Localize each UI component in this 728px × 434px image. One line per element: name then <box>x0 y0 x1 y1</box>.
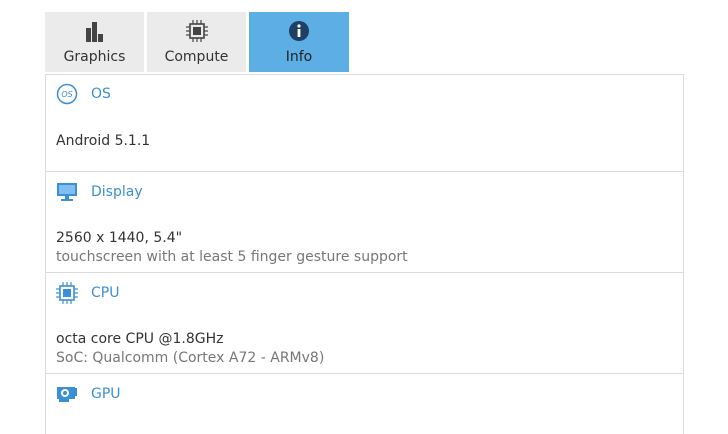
section-title: CPU <box>91 285 120 301</box>
tab-label: Graphics <box>63 49 126 65</box>
tab-compute[interactable]: Compute <box>147 12 246 72</box>
chip-icon <box>185 20 208 42</box>
section-title: GPU <box>91 386 121 402</box>
info-icon <box>289 21 309 41</box>
display-value: 2560 x 1440, 5.4" <box>56 230 183 246</box>
svg-text:OS: OS <box>61 90 72 99</box>
display-detail: touchscreen with at least 5 finger gestu… <box>56 249 408 265</box>
section-title: Display <box>91 184 143 200</box>
section-title: OS <box>91 86 111 102</box>
section-cpu-body: octa core CPU @1.8GHz SoC: Qualcomm (Cor… <box>56 329 673 367</box>
monitor-icon <box>57 183 77 201</box>
section-cpu-header: CPU <box>46 273 683 313</box>
tab-info[interactable]: Info <box>249 12 349 72</box>
tab-graphics[interactable]: Graphics <box>45 12 144 72</box>
cpu-value: octa core CPU @1.8GHz <box>56 331 224 347</box>
cpu-detail: SoC: Qualcomm (Cortex A72 - ARMv8) <box>56 350 325 366</box>
gpu-icon <box>57 387 77 402</box>
os-icon: OS <box>56 83 78 105</box>
os-value: Android 5.1.1 <box>56 133 151 149</box>
section-display-body: 2560 x 1440, 5.4" touchscreen with at le… <box>56 228 673 266</box>
tab-label: Info <box>285 49 313 65</box>
info-panel: OS OS Android 5.1.1 Display 2560 x 1440,… <box>45 74 684 434</box>
section-os-header: OS OS <box>46 74 683 114</box>
section-os-body: Android 5.1.1 <box>56 131 673 151</box>
section-gpu-header: GPU <box>46 374 683 414</box>
tab-label: Compute <box>164 49 229 65</box>
section-display-header: Display <box>46 172 683 212</box>
bar-chart-icon <box>85 22 103 42</box>
cpu-icon <box>56 282 78 304</box>
